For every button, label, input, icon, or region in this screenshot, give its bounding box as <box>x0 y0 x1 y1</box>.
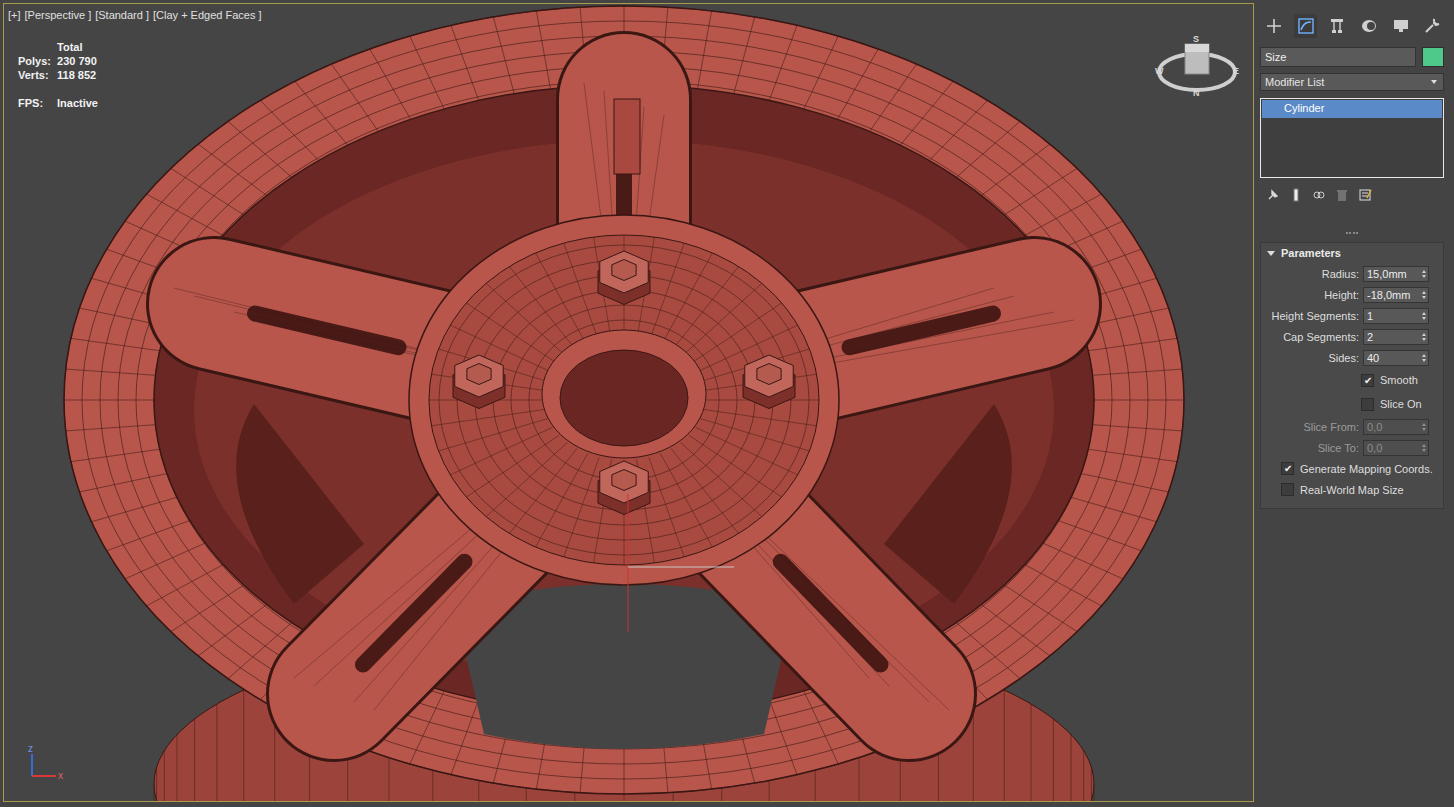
modifier-stack: Cylinder <box>1260 98 1444 178</box>
axis-gizmo: zx <box>28 743 63 781</box>
svg-text:x: x <box>58 770 63 781</box>
make-unique-button[interactable] <box>1312 188 1326 202</box>
viewport-labels: [+] [Perspective ][Standard ] [Clay + Edge… <box>8 9 262 21</box>
checkbox[interactable] <box>1361 398 1374 411</box>
checkbox[interactable] <box>1281 483 1294 496</box>
display-icon <box>1391 16 1411 36</box>
modify-tab[interactable] <box>1294 14 1318 38</box>
motion-tab[interactable] <box>1357 14 1381 38</box>
viewport-label-menu[interactable]: [Clay + Edged Faces ] <box>153 9 262 21</box>
spinner-field[interactable]: 0,0 <box>1363 440 1429 456</box>
spinner-row: Height:-18,0mm <box>1261 284 1443 305</box>
command-panel-tabs <box>1260 12 1444 40</box>
trash-icon <box>1335 188 1349 202</box>
checkbox-row[interactable]: ✔Generate Mapping Coords. <box>1261 458 1443 479</box>
remove-button[interactable] <box>1335 188 1349 202</box>
create-tab[interactable] <box>1262 14 1286 38</box>
viewport-label-menu[interactable]: [Standard ] <box>95 9 149 21</box>
parameters-rollout: ParametersRadius:15,0mmHeight:-18,0mmHei… <box>1260 242 1444 509</box>
show-end-button[interactable] <box>1289 188 1303 202</box>
object-name-field[interactable]: Size <box>1260 47 1416 67</box>
panel-divider <box>1346 232 1358 234</box>
pin-button[interactable] <box>1266 188 1280 202</box>
checkbox-row[interactable]: ✔Smooth <box>1261 368 1443 392</box>
pin-icon <box>1266 188 1280 202</box>
hierarchy-icon <box>1327 16 1347 36</box>
modifier-list-dropdown[interactable]: Modifier List <box>1260 73 1444 91</box>
spinner-row: Sides:40 <box>1261 347 1443 368</box>
modifier-stack-item[interactable]: Cylinder <box>1262 100 1442 118</box>
spinner-field[interactable]: 0,0 <box>1363 419 1429 435</box>
checkbox-row[interactable]: Slice On <box>1261 392 1443 416</box>
viewcube[interactable]: SWEN <box>1155 34 1239 98</box>
hierarchy-tab[interactable] <box>1325 14 1349 38</box>
create-icon <box>1264 16 1284 36</box>
spinner-row: Cap Segments:2 <box>1261 326 1443 347</box>
spinner-field[interactable]: 15,0mm <box>1363 266 1429 282</box>
display-tab[interactable] <box>1389 14 1413 38</box>
spinner-field[interactable]: 2 <box>1363 329 1429 345</box>
command-panel: Size Modifier List Cylinder ParametersRadiu… <box>1254 3 1454 802</box>
spinner-field[interactable]: 40 <box>1363 350 1429 366</box>
show-end-result-icon <box>1289 188 1303 202</box>
viewport-label-menu[interactable]: [+] <box>8 9 21 21</box>
motion-icon <box>1359 16 1379 36</box>
spinner-row: Slice From:0,0 <box>1261 416 1443 437</box>
checkbox[interactable]: ✔ <box>1361 374 1374 387</box>
perspective-viewport[interactable]: zx[+][Perspective ][Standard ][Clay + Ed… <box>3 3 1254 802</box>
wheel-model[interactable]: zx <box>4 4 1251 801</box>
spinner-row: Slice To:0,0 <box>1261 437 1443 458</box>
spinner-field[interactable]: 1 <box>1363 308 1429 324</box>
viewport-statistics: TotalPolys:230 790Verts:118 852FPS:Inact… <box>18 41 98 109</box>
utilities-tab[interactable] <box>1420 14 1444 38</box>
viewport-label-menu[interactable]: [Perspective ] <box>25 9 92 21</box>
make-unique-icon <box>1312 188 1326 202</box>
spinner-field[interactable]: -18,0mm <box>1363 287 1429 303</box>
spinner-row: Radius:15,0mm <box>1261 263 1443 284</box>
checkbox[interactable]: ✔ <box>1281 462 1294 475</box>
object-color-swatch[interactable] <box>1422 47 1444 67</box>
svg-text:z: z <box>28 743 33 754</box>
rollout-header[interactable]: Parameters <box>1261 243 1443 263</box>
configure-button[interactable] <box>1358 188 1372 202</box>
wrench-icon <box>1422 16 1442 36</box>
app-window: zx[+][Perspective ][Standard ][Clay + Ed… <box>0 0 1454 807</box>
modify-icon <box>1296 16 1316 36</box>
spinner-row: Height Segments:1 <box>1261 305 1443 326</box>
stack-toolbar <box>1260 186 1444 204</box>
configure-icon <box>1358 188 1372 202</box>
checkbox-row[interactable]: Real-World Map Size <box>1261 479 1443 500</box>
